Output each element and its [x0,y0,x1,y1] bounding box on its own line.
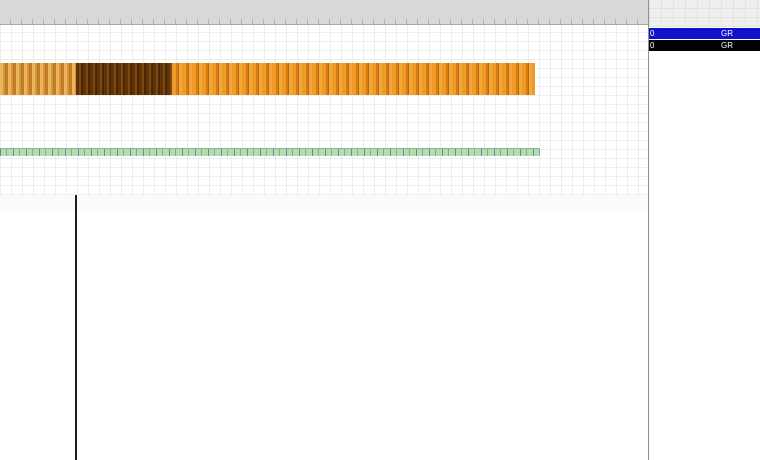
gr-header-primary[interactable]: 0 GR [649,28,760,39]
geosteering-app: 0 GR 0 GR [0,0,760,460]
type-log-panel-top [649,0,760,27]
gr-curve-track [0,25,648,63]
gr-header-secondary[interactable]: 0 GR [649,40,760,51]
section-divider [75,195,77,460]
vd-color-band [0,63,535,95]
lithology-track [0,95,548,133]
vs-ruler [0,0,648,25]
survey-value-bar [0,186,648,195]
log-curve-track [0,156,648,186]
gas-show-track [0,135,548,148]
marker-band [0,148,540,156]
type-log-panel: 0 GR 0 GR [648,0,760,460]
cross-section [0,200,648,460]
vs-ruler-minor-ticks [0,19,648,24]
type-log-curve [649,52,760,460]
gr-curve-name: GR [721,28,733,39]
gr-scale-min: 0 [650,28,654,39]
gr-curve-name: GR [721,40,733,51]
md-depth-ruler [0,195,648,211]
gr-scale-min: 0 [650,40,654,51]
